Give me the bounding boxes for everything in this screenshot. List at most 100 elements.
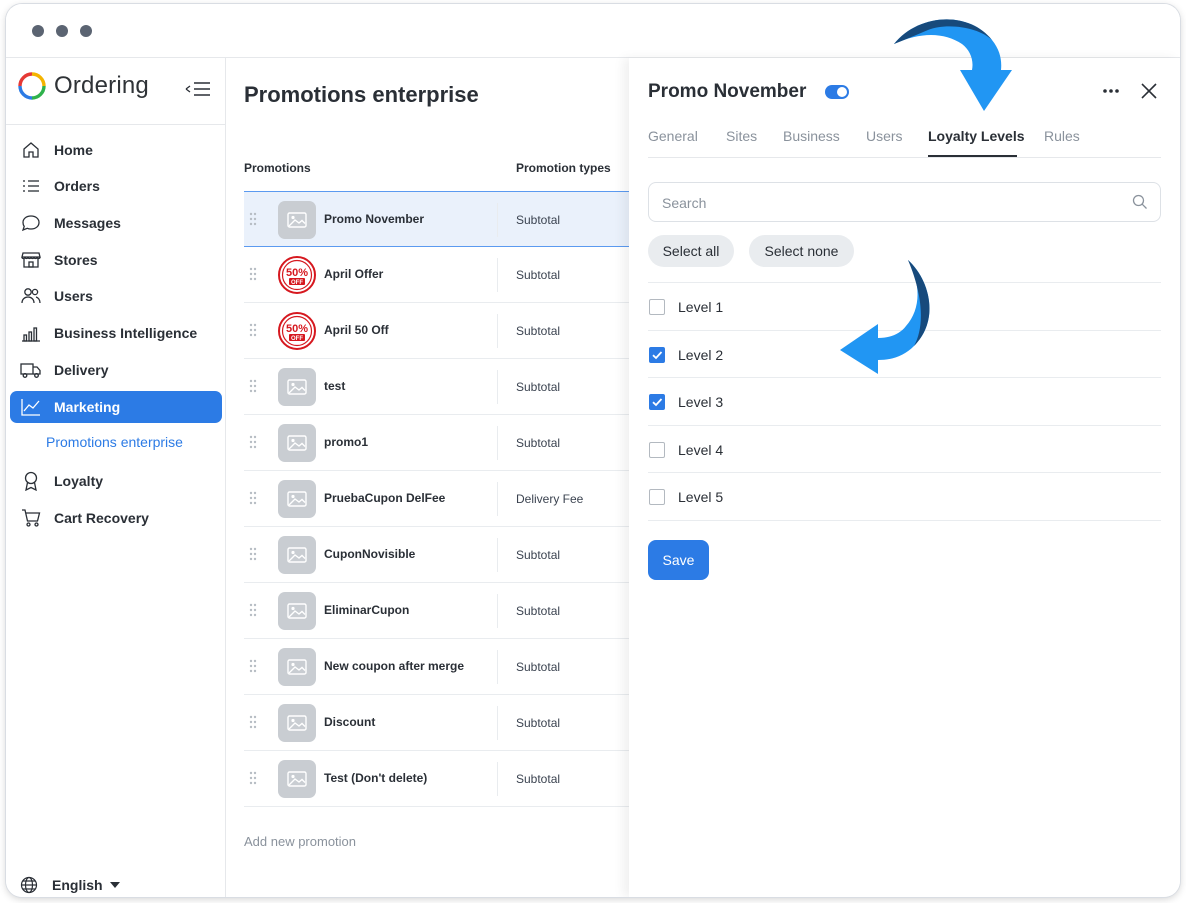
sidebar-item-cart-recovery[interactable]: Cart Recovery — [10, 502, 222, 534]
table-row[interactable]: PruebaCupon DelFee Delivery Fee — [244, 471, 629, 527]
app-window: Ordering Home Orders Messages Stores Use… — [6, 4, 1180, 897]
sidebar-item-business-intelligence[interactable]: Business Intelligence — [10, 317, 222, 349]
tab-sites[interactable]: Sites — [726, 128, 757, 144]
column-divider — [497, 482, 498, 516]
promotion-type: Subtotal — [516, 436, 561, 450]
table-row[interactable]: Discount Subtotal — [244, 695, 629, 751]
column-divider — [497, 426, 498, 460]
more-options-button[interactable] — [1101, 82, 1121, 100]
language-selector[interactable]: English — [20, 876, 121, 894]
promotion-name: Discount — [324, 715, 376, 729]
sidebar-item-stores[interactable]: Stores — [10, 244, 222, 276]
level-checkbox[interactable] — [649, 346, 665, 363]
award-icon — [20, 471, 42, 491]
caret-down-icon — [109, 882, 120, 888]
column-divider — [497, 650, 498, 684]
chat-icon — [20, 213, 42, 233]
add-new-promotion-link[interactable]: Add new promotion — [244, 834, 356, 849]
promotion-name: New coupon after merge — [324, 659, 465, 673]
image-placeholder-icon — [287, 435, 307, 451]
sidebar-item-delivery[interactable]: Delivery — [10, 354, 222, 386]
level-checkbox[interactable] — [649, 299, 665, 315]
table-row[interactable]: Test (Don't delete) Subtotal — [244, 751, 629, 807]
sidebar-item-label: Users — [54, 288, 93, 304]
ordering-logo-icon — [18, 72, 46, 100]
table-row[interactable]: EliminarCupon Subtotal — [244, 583, 629, 639]
sidebar-item-loyalty[interactable]: Loyalty — [10, 465, 222, 497]
tab-general[interactable]: General — [648, 128, 698, 144]
column-divider — [497, 538, 498, 572]
image-placeholder-icon — [287, 379, 307, 395]
search-icon — [1132, 194, 1147, 209]
sidebar-item-messages[interactable]: Messages — [10, 207, 222, 239]
promotions-list-area: Promotions enterprise Promotions Promoti… — [227, 58, 629, 897]
drag-handle-icon[interactable] — [249, 212, 257, 226]
sidebar-item-label: Cart Recovery — [54, 510, 149, 526]
promotion-name: Test (Don't delete) — [324, 771, 428, 785]
promotion-type: Delivery Fee — [516, 492, 584, 506]
drag-handle-icon[interactable] — [249, 491, 257, 505]
page-title: Promotions enterprise — [244, 82, 479, 107]
table-row[interactable]: New coupon after merge Subtotal — [244, 639, 629, 695]
drag-handle-icon[interactable] — [249, 267, 257, 281]
sidebar-subitem-promotions-enterprise[interactable]: Promotions enterprise — [46, 434, 183, 450]
drag-handle-icon[interactable] — [249, 715, 257, 729]
drag-handle-icon[interactable] — [249, 771, 257, 785]
drag-handle-icon[interactable] — [249, 603, 257, 617]
sidebar-item-marketing[interactable]: Marketing — [10, 391, 222, 423]
tab-rules[interactable]: Rules — [1044, 128, 1080, 144]
home-icon — [20, 140, 42, 160]
table-row[interactable]: 50% OFF April 50 Off Subtotal — [244, 303, 629, 359]
promotion-type: Subtotal — [516, 268, 561, 282]
sidebar-item-label: Business Intelligence — [54, 325, 198, 341]
column-header-promotion-types: Promotion types — [516, 161, 611, 175]
promotion-enabled-toggle[interactable] — [825, 85, 849, 99]
drag-handle-icon[interactable] — [249, 547, 257, 561]
column-divider — [497, 314, 498, 348]
badge-text-top: 50% — [286, 267, 308, 279]
promo-image — [278, 536, 316, 574]
sidebar-item-label: Marketing — [54, 399, 121, 415]
image-placeholder-icon — [287, 603, 307, 619]
sidebar-item-home[interactable]: Home — [10, 134, 222, 166]
store-icon — [20, 250, 42, 270]
tab-business[interactable]: Business — [783, 128, 840, 144]
sidebar-item-users[interactable]: Users — [10, 280, 222, 312]
select-all-button[interactable]: Select all — [648, 235, 734, 267]
table-row[interactable]: Promo November Subtotal — [244, 191, 629, 247]
levels-search-input[interactable] — [662, 193, 1122, 213]
table-row[interactable]: test Subtotal — [244, 359, 629, 415]
drag-handle-icon[interactable] — [249, 659, 257, 673]
loyalty-level-row: Level 4 — [648, 424, 1161, 473]
bar-chart-icon — [20, 323, 42, 343]
tab-loyalty-levels[interactable]: Loyalty Levels — [928, 128, 1025, 144]
close-panel-button[interactable] — [1138, 80, 1160, 102]
promo-image: 50% OFF — [278, 312, 316, 350]
sidebar-item-label: Delivery — [54, 362, 109, 378]
annotation-arrow-levels — [840, 260, 930, 374]
drag-handle-icon[interactable] — [249, 379, 257, 393]
drag-handle-icon[interactable] — [249, 435, 257, 449]
sidebar-item-label: Stores — [54, 252, 98, 268]
image-placeholder-icon — [287, 659, 307, 675]
image-placeholder-icon — [287, 715, 307, 731]
level-checkbox[interactable] — [649, 489, 665, 506]
promotion-type: Subtotal — [516, 213, 561, 227]
app-logo[interactable]: Ordering — [18, 72, 149, 100]
tab-users[interactable]: Users — [866, 128, 903, 144]
level-label: Level 4 — [678, 441, 724, 458]
level-checkbox[interactable] — [649, 394, 665, 411]
promotion-type: Subtotal — [516, 548, 561, 562]
table-row[interactable]: promo1 Subtotal — [244, 415, 629, 471]
active-tab-indicator — [928, 155, 1017, 157]
language-label: English — [52, 877, 103, 893]
sidebar-item-orders[interactable]: Orders — [10, 170, 222, 202]
drag-handle-icon[interactable] — [249, 323, 257, 337]
collapse-sidebar-button[interactable] — [184, 78, 212, 100]
level-checkbox[interactable] — [649, 441, 665, 458]
promotion-name: test — [324, 379, 346, 393]
save-button[interactable]: Save — [648, 540, 709, 580]
table-row[interactable]: 50% OFF April Offer Subtotal — [244, 247, 629, 303]
globe-icon — [20, 876, 38, 894]
table-row[interactable]: CuponNovisible Subtotal — [244, 527, 629, 583]
